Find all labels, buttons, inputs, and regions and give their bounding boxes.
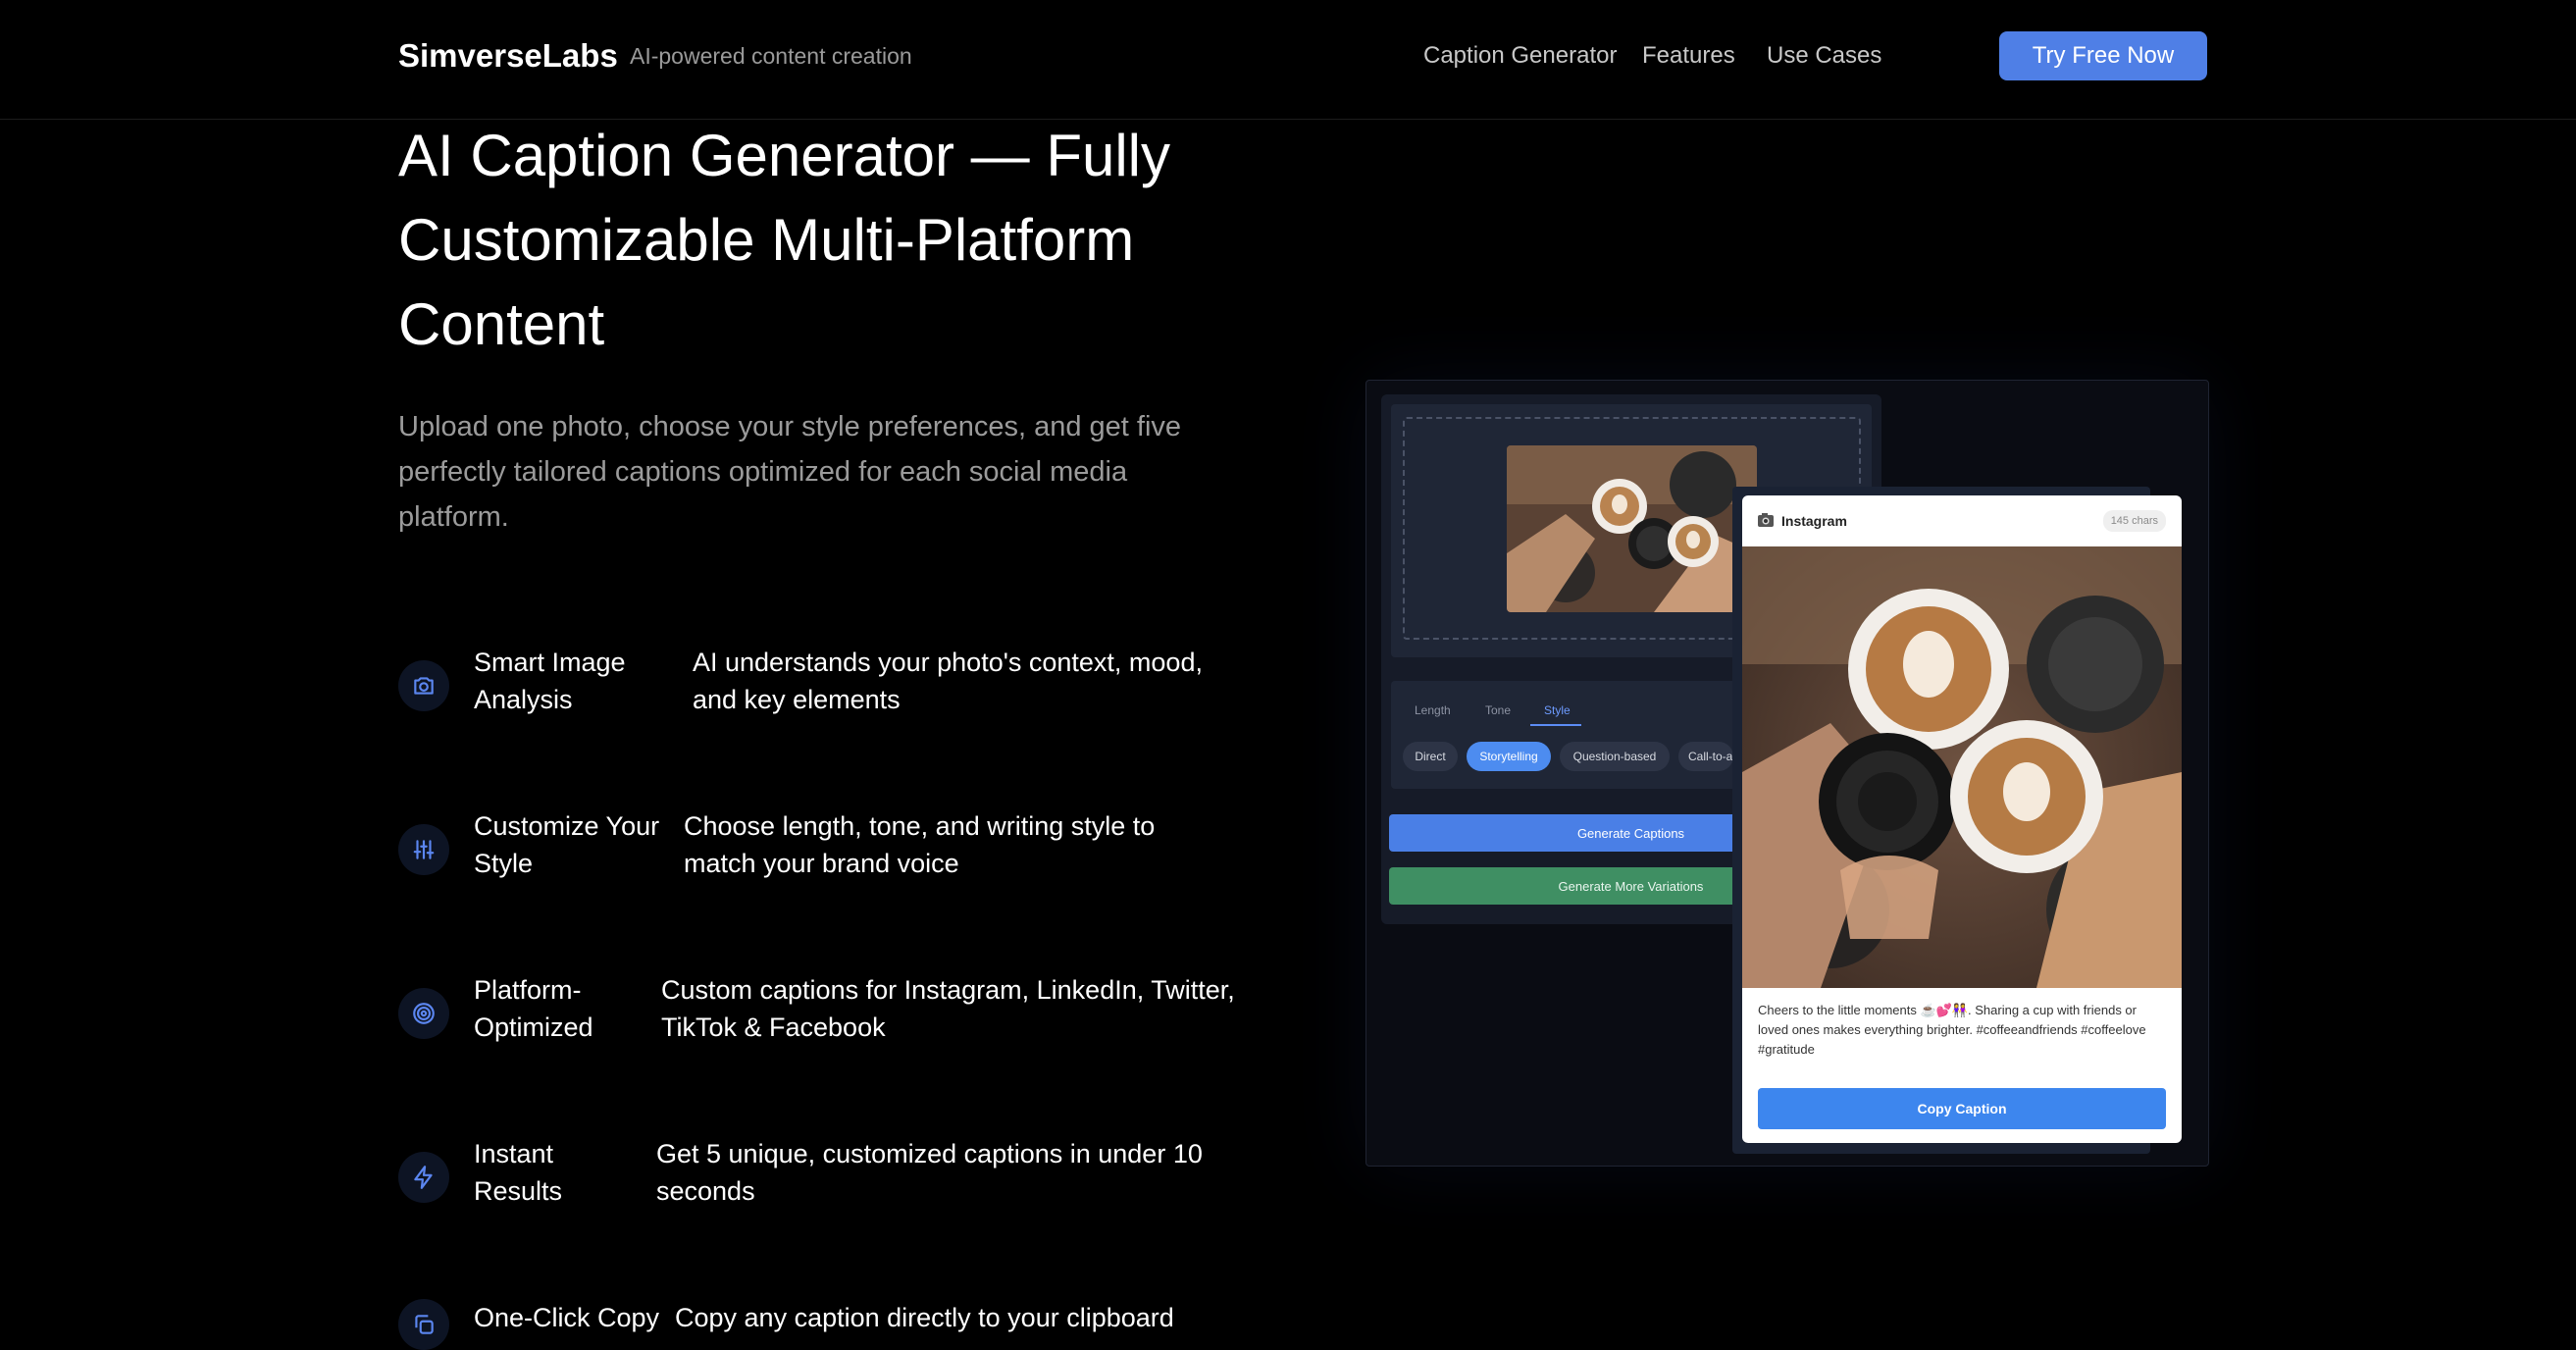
style-pill-direct[interactable]: Direct [1403, 742, 1458, 771]
feature-title: Customize Your Style [474, 811, 660, 878]
nav-link-caption-generator[interactable]: Caption Generator [1423, 42, 1617, 70]
nav-link-use-cases[interactable]: Use Cases [1767, 42, 1881, 70]
feature-desc: Get 5 unique, customized captions in und… [656, 1139, 1203, 1206]
target-icon [398, 988, 449, 1039]
card-header: Instagram 145 chars [1742, 495, 2182, 547]
page-title: AI Caption Generator — Fully Customizabl… [398, 123, 1171, 357]
feature-desc: Copy any caption directly to your clipbo… [675, 1303, 1174, 1332]
camera-icon [1758, 513, 1774, 527]
instagram-caption-card: Instagram 145 chars Cheers to the little… [1742, 495, 2182, 1143]
feature-title: One-Click Copy [474, 1303, 660, 1332]
char-count-badge: 145 chars [2102, 510, 2166, 532]
style-pill-cta[interactable]: Call-to-a [1678, 742, 1733, 771]
tab-tone[interactable]: Tone [1485, 703, 1511, 717]
copy-caption-button[interactable]: Copy Caption [1758, 1088, 2166, 1129]
feature-desc: Choose length, tone, and writing style t… [684, 811, 1156, 878]
caption-text: Cheers to the little moments ☕💕👭. Sharin… [1758, 1003, 2146, 1057]
brand-tagline: AI-powered content creation [630, 43, 912, 69]
feature-desc: AI understands your photo's context, moo… [693, 648, 1203, 714]
style-pill-storytelling[interactable]: Storytelling [1467, 742, 1551, 771]
active-tab-indicator [1530, 724, 1581, 726]
platform-name: Instagram [1781, 513, 1847, 529]
tab-style[interactable]: Style [1544, 703, 1571, 717]
post-photo [1742, 546, 2182, 988]
try-free-button[interactable]: Try Free Now [1999, 31, 2207, 80]
top-nav: SimverseLabs AI-powered content creation… [0, 0, 2576, 120]
feature-desc: Custom captions for Instagram, LinkedIn,… [661, 975, 1235, 1042]
feature-title: Platform-Optimized [474, 975, 593, 1042]
nav-link-features[interactable]: Features [1642, 42, 1735, 70]
feature-title: Instant Results [474, 1139, 563, 1206]
brand-logo[interactable]: SimverseLabs [398, 37, 618, 75]
style-pill-question[interactable]: Question-based [1560, 742, 1670, 771]
feature-title: Smart Image Analysis [474, 648, 626, 714]
copy-icon [398, 1299, 449, 1350]
sliders-icon [398, 824, 449, 875]
uploaded-photo [1507, 445, 1757, 612]
hero-subtitle: Upload one photo, choose your style pref… [398, 411, 1182, 533]
camera-icon [398, 660, 449, 711]
tab-length[interactable]: Length [1415, 703, 1451, 717]
lightning-icon [398, 1152, 449, 1203]
